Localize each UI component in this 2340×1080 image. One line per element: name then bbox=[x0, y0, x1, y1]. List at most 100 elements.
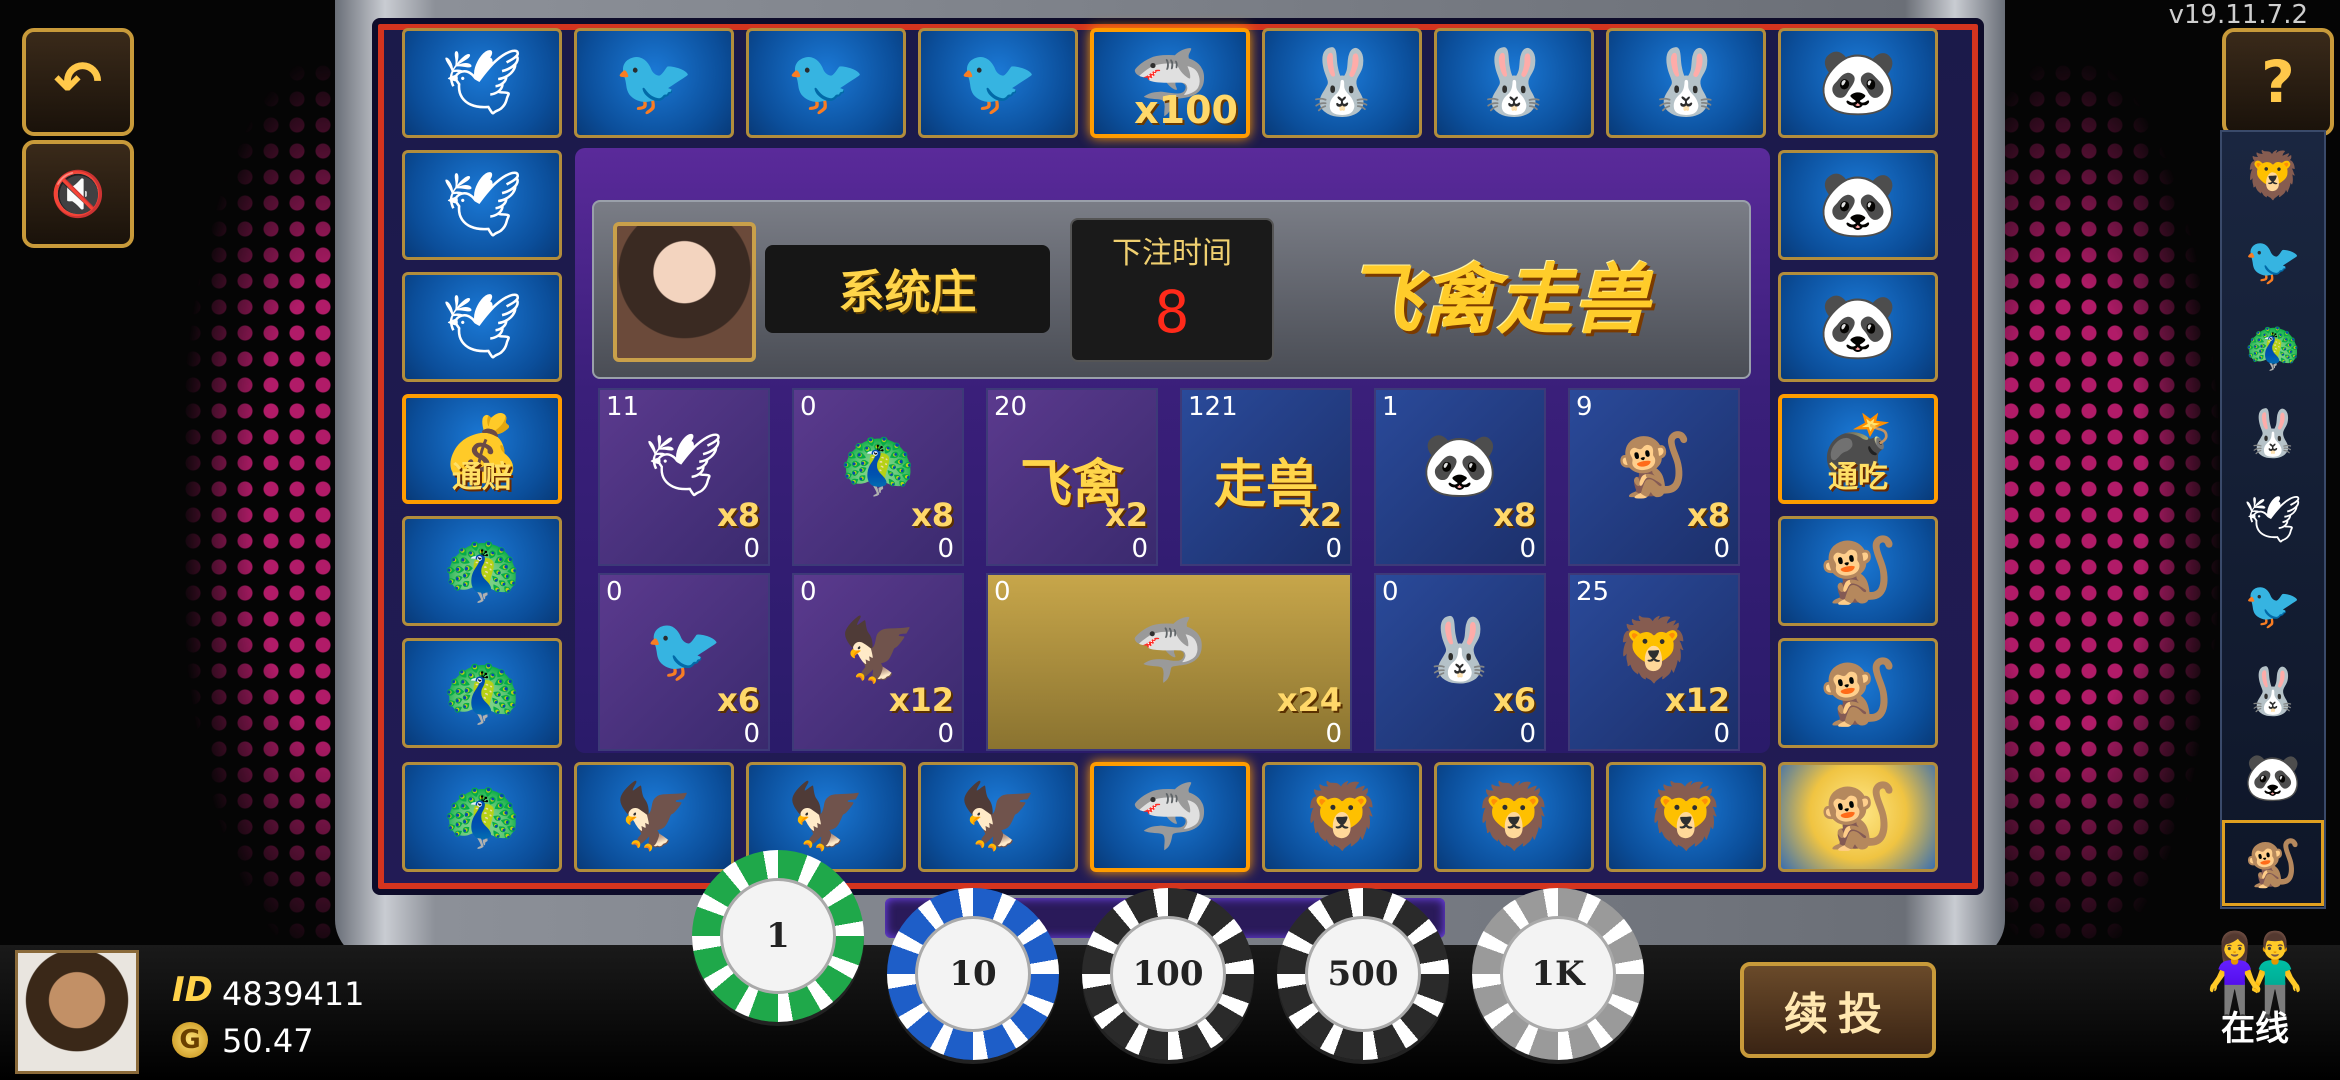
monkey-icon: 🐒 bbox=[1615, 428, 1693, 501]
bet-stake: 0 bbox=[1131, 534, 1148, 564]
chip-10[interactable]: 10 bbox=[887, 888, 1059, 1060]
monkey-icon: 🐒 bbox=[1818, 534, 1898, 608]
bet-stake: 0 bbox=[743, 534, 760, 564]
bet-cell-monkey[interactable]: 9 🐒 x8 0 bbox=[1568, 388, 1740, 566]
bet-multiplier: x24 bbox=[1276, 681, 1342, 719]
ring-tile-eagle: 🦅 bbox=[574, 762, 734, 872]
bet-cell-rabbit[interactable]: 0 🐰 x6 0 bbox=[1374, 573, 1546, 751]
chip-value: 1 bbox=[720, 878, 836, 994]
back-icon: ↶ bbox=[53, 48, 103, 116]
banker-label: 系统庄 bbox=[765, 245, 1050, 333]
chip-1K[interactable]: 1K bbox=[1472, 888, 1644, 1060]
bet-multiplier: x2 bbox=[1299, 496, 1342, 534]
peacock-icon: 🦚 bbox=[839, 428, 917, 501]
lion-icon: 🦁 bbox=[1646, 780, 1726, 854]
ring-tile-shark: 🦈 bbox=[1090, 762, 1250, 872]
rabbit-icon: 🐰 bbox=[1421, 613, 1499, 686]
ring-tile-rabbit: 🐰 bbox=[1606, 28, 1766, 138]
history-item: 🐰 bbox=[2244, 663, 2302, 718]
repeat-bet-button[interactable]: 续投 bbox=[1740, 962, 1936, 1058]
bet-stake: 0 bbox=[1325, 534, 1342, 564]
ring-tile-swallow: 🐦 bbox=[574, 28, 734, 138]
bet-stake: 0 bbox=[1325, 719, 1342, 749]
chip-1[interactable]: 1 bbox=[692, 850, 864, 1022]
timer-label: 下注时间 bbox=[1112, 236, 1232, 271]
ring-tile-peacock: 🦚 bbox=[402, 638, 562, 748]
lion-icon: 🦁 bbox=[1615, 613, 1693, 686]
ring-tile-panda: 🐼 bbox=[1778, 28, 1938, 138]
rabbit-icon: 🐰 bbox=[1302, 46, 1382, 120]
ring-tile-lion: 🦁 bbox=[1262, 762, 1422, 872]
tile-label: 通赔 bbox=[452, 460, 512, 495]
ring-tile-lion: 🦁 bbox=[1434, 762, 1594, 872]
bet-stake: 0 bbox=[1713, 719, 1730, 749]
player-balance: 50.47 bbox=[222, 1022, 314, 1060]
bet-cell-panda[interactable]: 1 🐼 x8 0 bbox=[1374, 388, 1546, 566]
bet-cell-peacock[interactable]: 0 🦚 x8 0 bbox=[792, 388, 964, 566]
bet-multiplier: x2 bbox=[1105, 496, 1148, 534]
player-id: 4839411 bbox=[222, 975, 365, 1013]
mute-button[interactable]: 🔇 bbox=[22, 140, 134, 248]
eagle-icon: 🦅 bbox=[786, 780, 866, 854]
ring-tile-bomb: 💣 通吃 bbox=[1778, 394, 1938, 504]
panda-icon: 🐼 bbox=[1818, 46, 1898, 120]
bet-count: 0 bbox=[800, 577, 817, 607]
chip-500[interactable]: 500 bbox=[1277, 888, 1449, 1060]
chip-value: 100 bbox=[1110, 916, 1226, 1032]
ring-tile-panda: 🐼 bbox=[1778, 150, 1938, 260]
history-item: 🕊 bbox=[2243, 491, 2303, 546]
bet-multiplier: x8 bbox=[1493, 496, 1536, 534]
bet-count: 0 bbox=[994, 577, 1011, 607]
bet-cell-beasts[interactable]: 121 走兽 x2 0 bbox=[1180, 388, 1352, 566]
bet-count: 0 bbox=[1382, 577, 1399, 607]
dove-icon: 🕊 bbox=[441, 290, 523, 364]
bet-stake: 0 bbox=[743, 719, 760, 749]
ring-tile-swallow: 🐦 bbox=[918, 28, 1078, 138]
bet-cell-dove[interactable]: 11 🕊 x8 0 bbox=[598, 388, 770, 566]
coin-icon: G bbox=[172, 1022, 208, 1058]
bet-cell-eagle[interactable]: 0 🦅 x12 0 bbox=[792, 573, 964, 751]
mute-icon: 🔇 bbox=[50, 169, 106, 220]
help-button[interactable]: ? bbox=[2222, 28, 2334, 136]
eagle-icon: 🦅 bbox=[958, 780, 1038, 854]
bet-cell-swallow[interactable]: 0 🐦 x6 0 bbox=[598, 573, 770, 751]
player-avatar[interactable] bbox=[15, 950, 139, 1074]
panda-icon: 🐼 bbox=[1421, 428, 1499, 501]
history-item: 🦁 bbox=[2244, 147, 2302, 202]
ring-tile-treasure: 💰 通赔 bbox=[402, 394, 562, 504]
tile-label: 通吃 bbox=[1828, 460, 1888, 495]
ring-tile-monkey: 🐒 bbox=[1778, 638, 1938, 748]
result-history: 🦁 🐦 🦚 🐰 🕊 🐦 🐰 🐼 🐒 bbox=[2220, 130, 2326, 909]
banker-portrait bbox=[613, 222, 756, 362]
ring-tile-dove: 🕊 bbox=[402, 272, 562, 382]
bet-multiplier: x12 bbox=[888, 681, 954, 719]
peacock-icon: 🦚 bbox=[442, 780, 522, 854]
bet-cell-birds[interactable]: 20 飞禽 x2 0 bbox=[986, 388, 1158, 566]
bet-multiplier: x6 bbox=[717, 681, 760, 719]
bet-multiplier: x8 bbox=[1687, 496, 1730, 534]
history-item: 🦚 bbox=[2244, 319, 2302, 374]
ring-tile-dove: 🕊 bbox=[402, 28, 562, 138]
online-button[interactable]: 👫 在线 bbox=[2190, 935, 2320, 1065]
ring-tile-monkey: 🐒 bbox=[1778, 516, 1938, 626]
bet-multiplier: x8 bbox=[911, 496, 954, 534]
panda-icon: 🐼 bbox=[1818, 290, 1898, 364]
bet-stake: 0 bbox=[1519, 719, 1536, 749]
back-button[interactable]: ↶ bbox=[22, 28, 134, 136]
swallow-icon: 🐦 bbox=[614, 46, 694, 120]
ring-tile-peacock: 🦚 bbox=[402, 516, 562, 626]
bet-stake: 0 bbox=[1519, 534, 1536, 564]
ring-tile-gold-shark: 🦈 x100 bbox=[1090, 28, 1250, 138]
chip-100[interactable]: 100 bbox=[1082, 888, 1254, 1060]
bet-cell-shark[interactable]: 0 🦈 x24 0 bbox=[986, 573, 1352, 751]
peacock-icon: 🦚 bbox=[442, 656, 522, 730]
history-item: 🐼 bbox=[2244, 749, 2302, 804]
ring-tile-panda: 🐼 bbox=[1778, 272, 1938, 382]
bet-multiplier: x6 bbox=[1493, 681, 1536, 719]
bet-timer: 下注时间 8 bbox=[1070, 218, 1274, 362]
bet-cell-lion[interactable]: 25 🦁 x12 0 bbox=[1568, 573, 1740, 751]
dove-icon: 🕊 bbox=[644, 428, 724, 501]
bet-count: 9 bbox=[1576, 392, 1593, 422]
dove-icon: 🕊 bbox=[441, 46, 523, 120]
ring-tile-dove: 🕊 bbox=[402, 150, 562, 260]
